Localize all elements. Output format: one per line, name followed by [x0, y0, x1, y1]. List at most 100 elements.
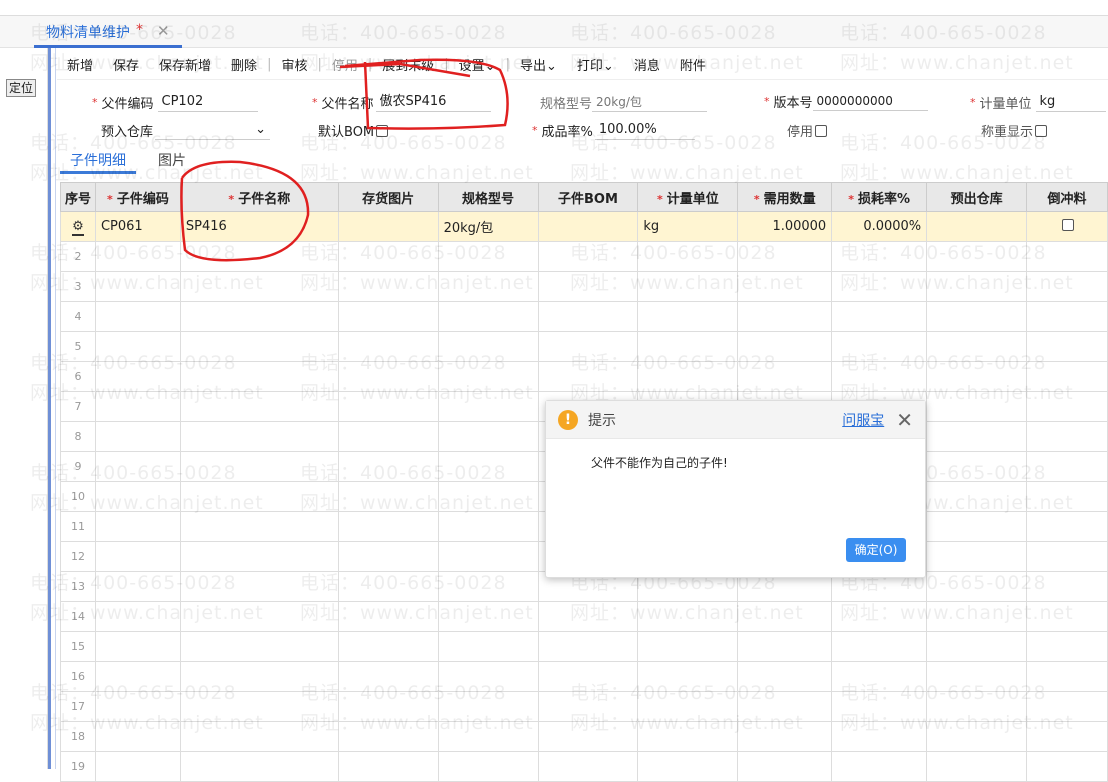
cell-code[interactable]	[94, 751, 181, 782]
cell-unit[interactable]	[637, 601, 739, 632]
cell-warehouse[interactable]	[926, 601, 1028, 632]
column-header[interactable]: * 损耗率%	[831, 182, 928, 212]
cell-code[interactable]	[94, 481, 181, 512]
cell-spec[interactable]	[437, 751, 539, 782]
cell-bom[interactable]	[537, 631, 639, 662]
cell-image[interactable]	[337, 631, 439, 662]
version-input[interactable]: 0000000000	[812, 91, 928, 111]
table-row[interactable]: 5	[60, 331, 1108, 362]
tab-child-detail[interactable]: 子件明细	[60, 150, 136, 174]
cell-backflush[interactable]	[1026, 421, 1108, 452]
cell-backflush[interactable]	[1026, 301, 1108, 332]
cell-qty[interactable]	[737, 691, 833, 722]
cell-spec[interactable]	[437, 331, 539, 362]
cell-backflush[interactable]	[1026, 511, 1108, 542]
cell-qty[interactable]	[737, 721, 833, 752]
cell-backflush[interactable]	[1026, 481, 1108, 512]
cell-loss[interactable]	[831, 331, 928, 362]
cell-spec[interactable]	[437, 511, 539, 542]
cell-backflush[interactable]	[1026, 211, 1108, 242]
cell-unit[interactable]	[637, 331, 739, 362]
cell-qty[interactable]	[737, 301, 833, 332]
column-header[interactable]: * 子件名称	[179, 182, 339, 212]
cell-bom[interactable]	[537, 241, 639, 272]
cell-name[interactable]	[179, 571, 339, 602]
cell-spec[interactable]	[437, 451, 539, 482]
cell-qty[interactable]	[737, 601, 833, 632]
cell-backflush[interactable]	[1026, 571, 1108, 602]
cell-bom[interactable]	[537, 721, 639, 752]
cell-image[interactable]	[337, 361, 439, 392]
attachment-button[interactable]: 附件	[670, 55, 716, 74]
cell-code[interactable]	[94, 241, 181, 272]
column-header[interactable]: 存货图片	[337, 182, 439, 212]
cell-warehouse[interactable]	[926, 391, 1028, 422]
cell-name[interactable]	[179, 511, 339, 542]
cell-loss[interactable]: 0.0000%	[831, 211, 928, 242]
cell-backflush[interactable]	[1026, 331, 1108, 362]
row-settings-icon[interactable]: ⚙	[72, 219, 84, 236]
default-bom-checkbox[interactable]	[376, 124, 389, 137]
cell-bom[interactable]	[537, 361, 639, 392]
cell-code[interactable]	[94, 421, 181, 452]
cell-image[interactable]	[337, 511, 439, 542]
cell-qty[interactable]	[737, 361, 833, 392]
cell-warehouse[interactable]	[926, 241, 1028, 272]
cell-backflush[interactable]	[1026, 451, 1108, 482]
cell-image[interactable]	[337, 451, 439, 482]
cell-loss[interactable]	[831, 301, 928, 332]
cell-bom[interactable]	[537, 751, 639, 782]
column-header[interactable]: 子件BOM	[537, 182, 639, 212]
column-header[interactable]: 倒冲料	[1026, 182, 1108, 212]
cell-warehouse[interactable]	[926, 421, 1028, 452]
cell-spec[interactable]: 20kg/包	[437, 211, 539, 242]
cell-backflush[interactable]	[1026, 721, 1108, 752]
column-header[interactable]: 序号	[60, 182, 96, 212]
cell-name[interactable]	[179, 481, 339, 512]
column-header[interactable]: * 子件编码	[94, 182, 181, 212]
cell-backflush[interactable]	[1026, 691, 1108, 722]
cell-code[interactable]	[94, 601, 181, 632]
cell-qty[interactable]	[737, 331, 833, 362]
cell-warehouse[interactable]	[926, 721, 1028, 752]
help-link[interactable]: 问服宝	[842, 410, 884, 430]
tab-images[interactable]: 图片	[158, 150, 186, 174]
cell-code[interactable]	[94, 631, 181, 662]
cell-unit[interactable]	[637, 721, 739, 752]
cell-name[interactable]	[179, 421, 339, 452]
close-icon[interactable]: ✕	[896, 408, 913, 432]
table-row[interactable]: 19	[60, 751, 1108, 782]
cell-spec[interactable]	[437, 241, 539, 272]
cell-loss[interactable]	[831, 631, 928, 662]
cell-code[interactable]	[94, 721, 181, 752]
cell-unit[interactable]	[637, 631, 739, 662]
cell-backflush[interactable]	[1026, 751, 1108, 782]
cell-warehouse[interactable]	[926, 211, 1028, 242]
cell-qty[interactable]: 1.00000	[737, 211, 833, 242]
print-dropdown[interactable]: 打印⌄	[567, 55, 624, 74]
cell-bom[interactable]	[537, 661, 639, 692]
cell-name[interactable]	[179, 721, 339, 752]
save-button[interactable]: 保存	[103, 55, 149, 74]
cell-loss[interactable]	[831, 271, 928, 302]
cell-image[interactable]	[337, 421, 439, 452]
audit-button[interactable]: 审核	[271, 55, 317, 74]
cell-warehouse[interactable]	[926, 331, 1028, 362]
ok-button[interactable]: 确定(O)	[846, 538, 906, 562]
cell-warehouse[interactable]	[926, 451, 1028, 482]
cell-spec[interactable]	[437, 631, 539, 662]
table-row[interactable]: 17	[60, 691, 1108, 722]
cell-image[interactable]	[337, 601, 439, 632]
cell-spec[interactable]	[437, 361, 539, 392]
disable-button[interactable]: 停用	[322, 55, 368, 74]
cell-name[interactable]	[179, 361, 339, 392]
cell-warehouse[interactable]	[926, 571, 1028, 602]
cell-loss[interactable]	[831, 691, 928, 722]
cell-loss[interactable]	[831, 361, 928, 392]
cell-image[interactable]	[337, 481, 439, 512]
column-header[interactable]: 预出仓库	[926, 182, 1028, 212]
cell-loss[interactable]	[831, 661, 928, 692]
table-row[interactable]: 6	[60, 361, 1108, 392]
cell-backflush[interactable]	[1026, 271, 1108, 302]
cell-code[interactable]	[94, 331, 181, 362]
